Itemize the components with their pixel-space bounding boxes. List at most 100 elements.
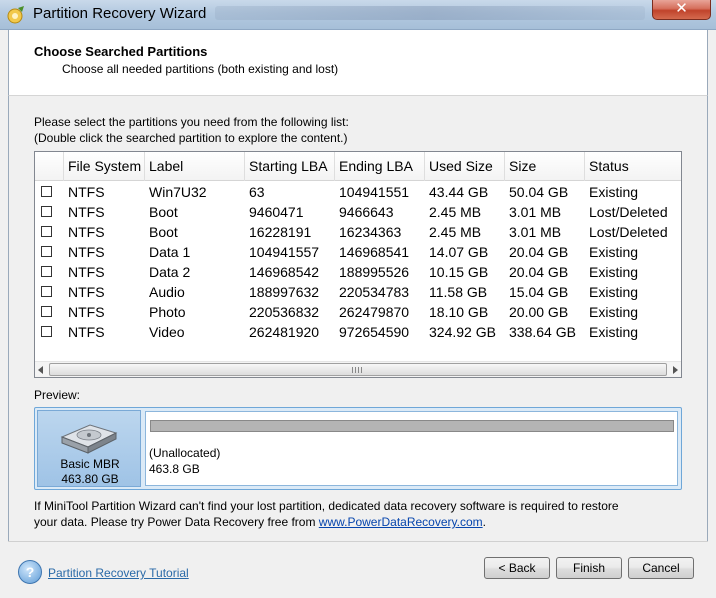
table-row[interactable]: NTFS Boot 9460471 9466643 2.45 MB 3.01 M… [35, 202, 681, 222]
cell-used-size: 324.92 GB [429, 324, 496, 340]
note-line-2: your data. Please try Power Data Recover… [34, 514, 684, 530]
cell-used-size: 14.07 GB [429, 244, 489, 260]
partition-usage-bar [150, 420, 674, 432]
cell-file-system: NTFS [68, 184, 105, 200]
partition-table[interactable]: File System Label Starting LBA Ending LB… [34, 151, 682, 378]
power-data-recovery-link[interactable]: www.PowerDataRecovery.com [319, 515, 483, 529]
row-checkbox[interactable] [41, 266, 52, 277]
table-row[interactable]: NTFS Boot 16228191 16234363 2.45 MB 3.01… [35, 222, 681, 242]
column-header-status[interactable]: Status [585, 152, 681, 181]
cell-starting-lba: 63 [249, 184, 265, 200]
cell-label: Audio [149, 284, 185, 300]
wizard-icon [7, 6, 24, 24]
row-checkbox[interactable] [41, 206, 52, 217]
row-checkbox[interactable] [41, 186, 52, 197]
help-icon[interactable]: ? [18, 560, 42, 584]
cell-status: Lost/Deleted [589, 224, 668, 240]
table-header: File System Label Starting LBA Ending LB… [35, 152, 681, 181]
partition-recovery-tutorial-link[interactable]: Partition Recovery Tutorial [48, 566, 189, 580]
close-button[interactable]: ✕ [652, 0, 711, 20]
cell-ending-lba: 104941551 [339, 184, 410, 200]
column-header-used-size[interactable]: Used Size [425, 152, 505, 181]
table-row[interactable]: NTFS Data 1 104941557 146968541 14.07 GB… [35, 242, 681, 262]
cell-status: Existing [589, 324, 639, 340]
column-header-file-system[interactable]: File System [64, 152, 145, 181]
cell-used-size: 43.44 GB [429, 184, 489, 200]
cell-status: Existing [589, 184, 639, 200]
scrollbar-thumb[interactable] [49, 363, 667, 376]
cell-used-size: 2.45 MB [429, 224, 482, 240]
horizontal-scrollbar[interactable] [35, 361, 681, 377]
partition-size: 463.8 GB [149, 462, 200, 476]
column-header-select[interactable] [35, 152, 64, 181]
table-row[interactable]: NTFS Win7U32 63 104941551 43.44 GB 50.04… [35, 182, 681, 202]
column-header-starting-lba[interactable]: Starting LBA [245, 152, 335, 181]
column-header-size[interactable]: Size [505, 152, 585, 181]
instruction-line-2: (Double click the searched partition to … [34, 131, 348, 145]
cell-ending-lba: 9466643 [339, 204, 394, 220]
cell-file-system: NTFS [68, 224, 105, 240]
row-checkbox[interactable] [41, 226, 52, 237]
table-row[interactable]: NTFS Data 2 146968542 188995526 10.15 GB… [35, 262, 681, 282]
finish-button[interactable]: Finish [556, 557, 622, 579]
cancel-button[interactable]: Cancel [628, 557, 694, 579]
note-line-1: If MiniTool Partition Wizard can't find … [34, 499, 619, 513]
cell-used-size: 18.10 GB [429, 304, 489, 320]
disk-preview: Basic MBR 463.80 GB (Unallocated) 463.8 … [34, 407, 682, 490]
instruction-line-1: Please select the partitions you need fr… [34, 115, 349, 129]
title-bar: Partition Recovery Wizard ✕ [0, 0, 716, 30]
cell-starting-lba: 9460471 [249, 204, 304, 220]
hard-disk-icon [60, 424, 118, 454]
cell-ending-lba: 220534783 [339, 284, 410, 300]
scroll-left-icon[interactable] [38, 366, 43, 374]
cell-ending-lba: 146968541 [339, 244, 410, 260]
cell-file-system: NTFS [68, 304, 105, 320]
cell-status: Lost/Deleted [589, 204, 668, 220]
close-icon: ✕ [675, 0, 688, 17]
table-row[interactable]: NTFS Photo 220536832 262479870 18.10 GB … [35, 302, 681, 322]
cell-label: Data 1 [149, 244, 191, 260]
scroll-right-icon[interactable] [673, 366, 678, 374]
disk-size: 463.80 GB [61, 472, 119, 486]
footer-divider [8, 541, 708, 542]
row-checkbox[interactable] [41, 246, 52, 257]
cell-label: Win7U32 [149, 184, 207, 200]
cell-status: Existing [589, 264, 639, 280]
cell-file-system: NTFS [68, 244, 105, 260]
row-checkbox[interactable] [41, 286, 52, 297]
cell-size: 20.04 GB [509, 244, 569, 260]
cell-ending-lba: 972654590 [339, 324, 410, 340]
cell-size: 20.04 GB [509, 264, 569, 280]
partition-block[interactable]: (Unallocated) 463.8 GB [145, 411, 678, 486]
table-row[interactable]: NTFS Video 262481920 972654590 324.92 GB… [35, 322, 681, 342]
cell-used-size: 2.45 MB [429, 204, 482, 220]
column-header-label[interactable]: Label [145, 152, 245, 181]
cell-label: Video [149, 324, 185, 340]
cell-ending-lba: 188995526 [339, 264, 410, 280]
back-button[interactable]: < Back [484, 557, 550, 579]
title-bar-background [215, 6, 645, 20]
wizard-header: Choose Searched Partitions Choose all ne… [8, 30, 708, 96]
row-checkbox[interactable] [41, 306, 52, 317]
column-header-ending-lba[interactable]: Ending LBA [335, 152, 425, 181]
row-checkbox[interactable] [41, 326, 52, 337]
note-line-2-text: your data. Please try Power Data Recover… [34, 515, 319, 529]
scrollbar-grip-icon [352, 367, 362, 373]
cell-label: Boot [149, 224, 178, 240]
cell-starting-lba: 188997632 [249, 284, 320, 300]
table-row[interactable]: NTFS Audio 188997632 220534783 11.58 GB … [35, 282, 681, 302]
cell-starting-lba: 262481920 [249, 324, 320, 340]
cell-status: Existing [589, 304, 639, 320]
cell-ending-lba: 16234363 [339, 224, 402, 240]
disk-type: Basic MBR [60, 457, 120, 471]
cell-starting-lba: 16228191 [249, 224, 312, 240]
page-subtitle: Choose all needed partitions (both exist… [62, 62, 339, 76]
disk-tile[interactable]: Basic MBR 463.80 GB [37, 410, 141, 487]
cell-label: Boot [149, 204, 178, 220]
note-line-2-end: . [482, 515, 486, 529]
cell-starting-lba: 104941557 [249, 244, 320, 260]
cell-file-system: NTFS [68, 264, 105, 280]
cell-file-system: NTFS [68, 284, 105, 300]
page-title: Choose Searched Partitions [34, 44, 208, 59]
recovery-note: If MiniTool Partition Wizard can't find … [34, 498, 684, 530]
